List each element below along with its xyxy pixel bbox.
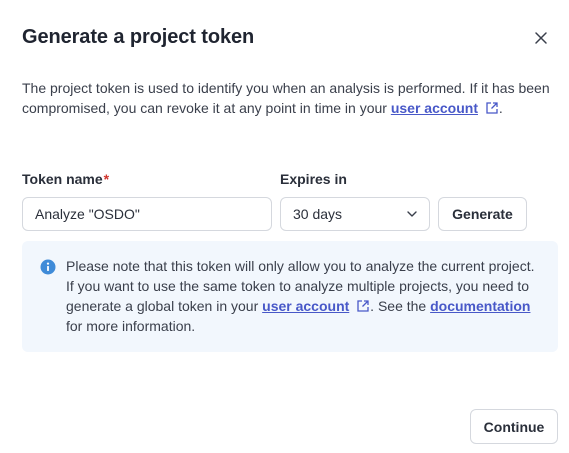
documentation-link[interactable]: documentation [430,298,530,314]
expires-selected-value: 30 days [293,206,343,222]
chevron-down-icon [407,211,417,217]
external-link-icon[interactable] [485,101,499,115]
dialog-description: The project token is used to identify yo… [22,78,552,118]
generate-button[interactable]: Generate [438,197,527,231]
info-icon [40,259,56,275]
note-user-account-link[interactable]: user account [262,298,349,314]
expires-select[interactable]: 30 days [280,197,430,231]
token-name-input[interactable] [22,197,272,231]
dialog-title: Generate a project token [22,26,255,48]
token-name-label: Token name* [22,171,109,187]
required-marker: * [103,171,110,187]
generate-token-dialog: Generate a project token The project tok… [0,0,569,453]
info-note: Please note that this token will only al… [22,241,558,352]
note-text-middle: . See the [370,298,431,314]
token-name-label-text: Token name [22,171,103,187]
note-text: Please note that this token will only al… [66,256,546,336]
description-end: . [498,100,503,116]
note-text-end: for more information. [66,318,196,334]
close-icon [535,32,547,44]
continue-button[interactable]: Continue [470,409,558,444]
external-link-icon[interactable] [356,299,370,313]
user-account-link[interactable]: user account [391,100,478,116]
expires-label: Expires in [280,171,347,187]
close-button[interactable] [530,27,552,49]
